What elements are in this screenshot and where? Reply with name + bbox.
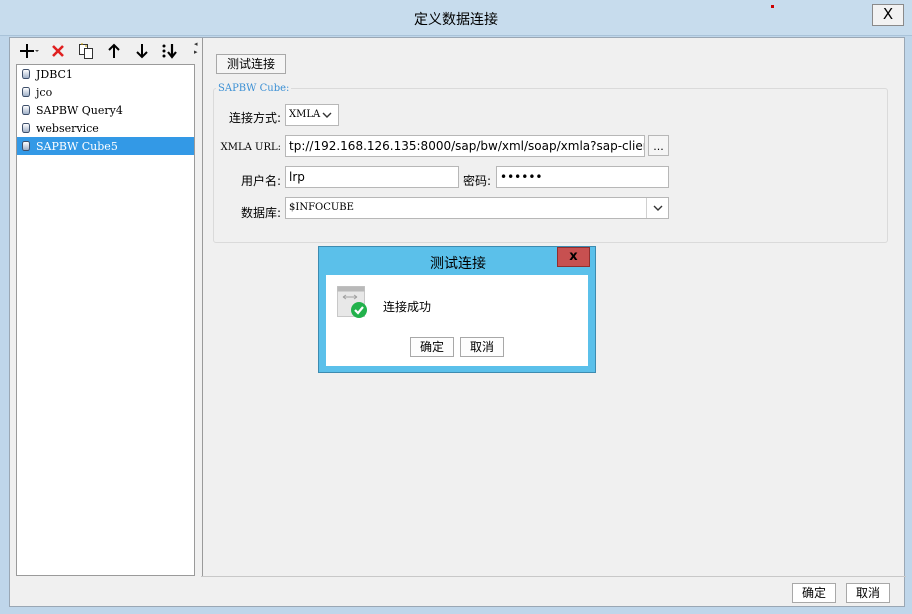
connection-tree[interactable]: JDBC1 jco SAPBW Query4 webservice SAPBW …: [16, 64, 195, 576]
popup-cancel-button[interactable]: 取消: [460, 337, 504, 357]
plus-icon[interactable]: [20, 41, 40, 61]
database-icon: [22, 105, 30, 115]
footer-divider: [201, 576, 906, 577]
database-value: $INFOCUBE: [289, 202, 354, 213]
test-connection-popup: 测试连接 x 连接成功 确定 取消: [318, 246, 596, 373]
tree-item-label: webservice: [36, 121, 99, 135]
window-close-button[interactable]: X: [872, 4, 904, 26]
popup-message: 连接成功: [383, 300, 432, 314]
conn-method-select[interactable]: XMLA: [285, 104, 339, 126]
popup-body: 连接成功 确定 取消: [326, 275, 588, 366]
tree-item-label: SAPBW Query4: [36, 103, 123, 117]
connection-success-icon: [337, 286, 369, 323]
conn-method-label: 连接方式:: [228, 111, 281, 125]
arrow-up-icon[interactable]: [104, 41, 124, 61]
chevron-down-icon[interactable]: [646, 198, 668, 218]
connection-list-pane: JDBC1 jco SAPBW Query4 webservice SAPBW …: [12, 38, 198, 576]
tree-item-jdbc1[interactable]: JDBC1: [17, 65, 194, 83]
xmla-url-input[interactable]: tp://192.168.126.135:8000/sap/bw/xml/soa…: [285, 135, 645, 157]
test-connection-button[interactable]: 测试连接: [216, 54, 286, 74]
ok-button[interactable]: 确定: [792, 583, 836, 603]
tree-item-jco[interactable]: jco: [17, 83, 194, 101]
red-x-icon[interactable]: [48, 41, 68, 61]
password-label: 密码:: [462, 174, 491, 188]
xmla-url-label: XMLA URL:: [220, 142, 281, 153]
database-label: 数据库:: [240, 206, 281, 220]
chevron-down-icon[interactable]: [316, 105, 338, 125]
list-toolbar: [12, 38, 198, 63]
database-icon: [22, 123, 30, 133]
username-label: 用户名:: [240, 174, 281, 188]
pane-splitter[interactable]: [200, 38, 203, 576]
copy-icon[interactable]: [76, 41, 96, 61]
tree-item-sapbw-query4[interactable]: SAPBW Query4: [17, 101, 194, 119]
username-input[interactable]: lrp: [285, 166, 459, 188]
tree-item-webservice[interactable]: webservice: [17, 119, 194, 137]
password-input[interactable]: ••••••: [496, 166, 669, 188]
cancel-button[interactable]: 取消: [846, 583, 890, 603]
title-bar: 定义数据连接 X: [0, 0, 912, 36]
group-title: SAPBW Cube:: [216, 83, 292, 94]
titlebar-marker: [771, 5, 774, 8]
tree-item-label: jco: [36, 85, 53, 99]
dialog-window: 定义数据连接 X JDBC1 jco SAPBW Query4 webservi…: [0, 0, 912, 614]
popup-ok-button[interactable]: 确定: [410, 337, 454, 357]
database-icon: [22, 69, 30, 79]
sort-icon[interactable]: [160, 41, 180, 61]
tree-item-label: SAPBW Cube5: [36, 139, 118, 153]
database-icon: [22, 87, 30, 97]
browse-button[interactable]: ...: [648, 135, 669, 156]
arrow-down-icon[interactable]: [132, 41, 152, 61]
tree-item-label: JDBC1: [36, 67, 73, 81]
popup-close-button[interactable]: x: [557, 247, 590, 267]
window-title: 定义数据连接: [414, 12, 498, 28]
database-icon: [22, 141, 30, 151]
database-select[interactable]: $INFOCUBE: [285, 197, 669, 219]
popup-title: 测试连接: [430, 256, 486, 272]
tree-item-sapbw-cube5[interactable]: SAPBW Cube5: [17, 137, 194, 155]
